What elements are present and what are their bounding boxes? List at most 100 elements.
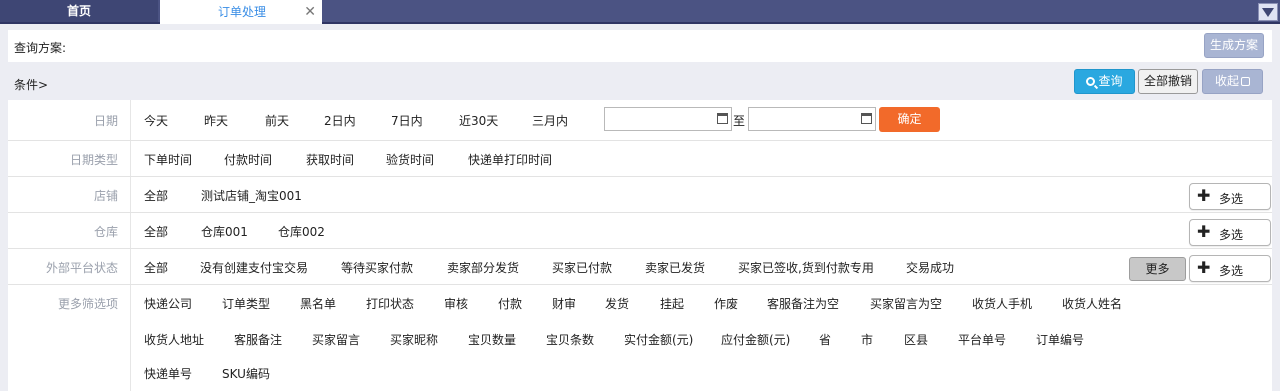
more-filter-option[interactable]: 省 xyxy=(819,331,831,348)
date-option-2days[interactable]: 2日内 xyxy=(324,112,356,129)
more-filter-option[interactable]: 黑名单 xyxy=(300,295,336,312)
plus-icon: ✚ xyxy=(1197,186,1211,205)
date-type-option[interactable]: 快递单打印时间 xyxy=(468,151,552,168)
cancel-all-button[interactable]: 全部撤销 xyxy=(1138,69,1198,94)
platform-status-option[interactable]: 买家已签收,货到付款专用 xyxy=(738,259,874,276)
more-filter-option[interactable]: 发货 xyxy=(605,295,629,312)
more-filter-option[interactable]: 客服备注为空 xyxy=(767,295,839,312)
platform-status-multi-select-button[interactable]: ✚ 多选 xyxy=(1189,255,1271,282)
more-filter-option[interactable]: 买家昵称 xyxy=(390,331,438,348)
plus-icon: ✚ xyxy=(1197,258,1211,277)
calendar-icon[interactable] xyxy=(861,113,872,124)
more-filter-option[interactable]: 财审 xyxy=(552,295,576,312)
date-option-30days[interactable]: 近30天 xyxy=(459,112,498,129)
more-filter-option[interactable]: 买家留言为空 xyxy=(870,295,942,312)
more-filter-option[interactable]: 审核 xyxy=(444,295,468,312)
date-option-7days[interactable]: 7日内 xyxy=(391,112,423,129)
more-filter-option[interactable]: 快递公司 xyxy=(144,295,192,312)
tab-home[interactable]: 首页 xyxy=(0,0,158,22)
warehouse-option[interactable]: 仓库001 xyxy=(201,223,248,240)
more-filter-option[interactable]: 收货人地址 xyxy=(144,331,204,348)
plus-icon: ✚ xyxy=(1197,222,1211,241)
platform-status-option[interactable]: 交易成功 xyxy=(906,259,954,276)
collapse-button-label: 收起 xyxy=(1214,74,1239,88)
date-to-label: 至 xyxy=(733,114,746,128)
triangle-down-icon[interactable] xyxy=(1258,3,1278,21)
date-from-input[interactable] xyxy=(604,107,732,131)
warehouse-option[interactable]: 仓库002 xyxy=(278,223,325,240)
date-option-day-before[interactable]: 前天 xyxy=(265,112,289,129)
tab-order-processing[interactable]: 订单处理 ✕ xyxy=(160,0,322,24)
query-scheme-bar: 查询方案: 生成方案 xyxy=(8,30,1272,62)
more-filter-option[interactable]: 客服备注 xyxy=(234,331,282,348)
shop-multi-select-label: 多选 xyxy=(1219,192,1244,206)
more-filter-option[interactable]: 挂起 xyxy=(660,295,684,312)
date-type-option[interactable]: 下单时间 xyxy=(144,151,192,168)
date-option-today[interactable]: 今天 xyxy=(144,112,168,129)
date-type-option[interactable]: 付款时间 xyxy=(224,151,272,168)
filter-label-warehouse: 仓库 xyxy=(93,225,118,239)
shop-multi-select-button[interactable]: ✚ 多选 xyxy=(1189,183,1271,210)
platform-status-option-all[interactable]: 全部 xyxy=(144,259,168,276)
more-filter-option[interactable]: 订单类型 xyxy=(222,295,270,312)
platform-status-option[interactable]: 卖家已发货 xyxy=(645,259,705,276)
filter-row-warehouse: 仓库 全部 仓库001 仓库002 ✚ 多选 xyxy=(8,213,1272,249)
filter-label-more: 更多筛选项 xyxy=(57,297,118,311)
more-filter-option[interactable]: 买家留言 xyxy=(312,331,360,348)
more-filter-option[interactable]: 实付金额(元) xyxy=(624,331,693,348)
generate-scheme-button[interactable]: 生成方案 xyxy=(1204,33,1264,58)
collapse-button[interactable]: 收起 xyxy=(1202,69,1263,94)
date-type-option[interactable]: 获取时间 xyxy=(306,151,354,168)
date-type-option[interactable]: 验货时间 xyxy=(386,151,434,168)
tab-order-processing-label: 订单处理 xyxy=(218,5,267,19)
filter-label-shop: 店铺 xyxy=(93,189,118,203)
conditions-label[interactable]: 条件> xyxy=(14,76,48,93)
filter-row-more: 更多筛选项 快递公司 订单类型 黑名单 打印状态 审核 付款 财审 发货 挂起 … xyxy=(8,285,1272,391)
date-option-3months[interactable]: 三月内 xyxy=(532,112,568,129)
date-confirm-button[interactable]: 确定 xyxy=(879,107,940,132)
close-icon[interactable]: ✕ xyxy=(304,0,316,24)
more-filter-option[interactable]: 快递单号 xyxy=(144,365,192,382)
more-filter-option[interactable]: SKU编码 xyxy=(222,365,270,382)
warehouse-multi-select-button[interactable]: ✚ 多选 xyxy=(1189,219,1271,246)
filter-label-date-type: 日期类型 xyxy=(69,153,118,167)
search-icon xyxy=(1086,77,1096,86)
collapse-box-icon xyxy=(1241,77,1250,86)
filter-panel: 日期 今天 昨天 前天 2日内 7日内 近30天 三月内 至 确定 日期类型 下… xyxy=(8,100,1272,391)
more-filter-option[interactable]: 市 xyxy=(861,331,873,348)
more-filter-option[interactable]: 宝贝数量 xyxy=(468,331,516,348)
calendar-icon[interactable] xyxy=(717,113,728,124)
more-filter-option[interactable]: 收货人姓名 xyxy=(1062,295,1122,312)
platform-status-more-button[interactable]: 更多 xyxy=(1129,257,1186,281)
more-filter-option[interactable]: 订单编号 xyxy=(1036,331,1084,348)
more-filter-option[interactable]: 收货人手机 xyxy=(972,295,1032,312)
platform-status-multi-select-label: 多选 xyxy=(1219,264,1244,278)
filter-row-date-type: 日期类型 下单时间 付款时间 获取时间 验货时间 快递单打印时间 xyxy=(8,141,1272,177)
date-option-yesterday[interactable]: 昨天 xyxy=(204,112,228,129)
more-filter-option[interactable]: 应付金额(元) xyxy=(721,331,790,348)
warehouse-option-all[interactable]: 全部 xyxy=(144,223,168,240)
more-filter-option[interactable]: 平台单号 xyxy=(958,331,1006,348)
tab-bar: 首页 订单处理 ✕ xyxy=(0,0,1280,24)
more-filter-option[interactable]: 区县 xyxy=(904,331,928,348)
more-filter-option[interactable]: 宝贝条数 xyxy=(546,331,594,348)
filter-row-date: 日期 今天 昨天 前天 2日内 7日内 近30天 三月内 至 确定 xyxy=(8,100,1272,141)
filter-label-platform-status: 外部平台状态 xyxy=(45,261,118,275)
shop-option-all[interactable]: 全部 xyxy=(144,187,168,204)
more-filter-option[interactable]: 付款 xyxy=(498,295,522,312)
more-filter-option[interactable]: 打印状态 xyxy=(366,295,414,312)
search-button-label: 查询 xyxy=(1098,74,1123,88)
filter-row-platform-status: 外部平台状态 全部 没有创建支付宝交易 等待买家付款 卖家部分发货 买家已付款 … xyxy=(8,249,1272,285)
filter-label-date: 日期 xyxy=(93,114,118,128)
platform-status-option[interactable]: 卖家部分发货 xyxy=(447,259,519,276)
platform-status-option[interactable]: 等待买家付款 xyxy=(341,259,413,276)
search-button[interactable]: 查询 xyxy=(1074,69,1135,94)
platform-status-option[interactable]: 没有创建支付宝交易 xyxy=(200,259,308,276)
warehouse-multi-select-label: 多选 xyxy=(1219,228,1244,242)
query-scheme-label: 查询方案: xyxy=(14,41,67,55)
shop-option[interactable]: 测试店铺_淘宝001 xyxy=(201,187,302,204)
more-filter-option[interactable]: 作废 xyxy=(714,295,738,312)
platform-status-option[interactable]: 买家已付款 xyxy=(552,259,612,276)
filter-row-shop: 店铺 全部 测试店铺_淘宝001 ✚ 多选 xyxy=(8,177,1272,213)
date-to-input[interactable] xyxy=(748,107,876,131)
